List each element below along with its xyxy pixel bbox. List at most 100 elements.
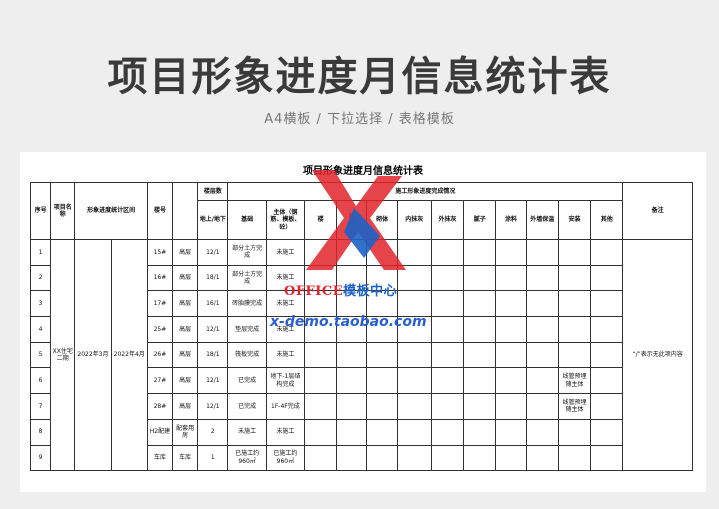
watermark-url: x-demo.taobao.com [270,314,427,330]
cell-foundation: 已完成 [227,367,267,395]
cell-type: 高层 [172,316,199,343]
cell-empty [396,341,432,369]
cell-building: 25# [146,316,174,343]
cell-empty [396,444,432,472]
cell-empty [430,367,465,395]
cell-install [557,290,592,318]
cell-install [557,239,592,266]
cell-empty [525,418,559,446]
cell-type: 配套用房 [172,418,199,446]
cell-empty [304,444,338,472]
header-type [172,182,199,240]
cell-building: 17# [146,290,174,318]
cell-empty [366,367,398,395]
cell-empty [430,264,465,292]
cell-empty [525,316,559,343]
cell-empty [366,418,398,446]
header-putty: 腻子 [463,200,497,240]
cell-building: 28# [146,393,174,420]
cell-install [557,341,592,369]
cell-empty [336,418,368,446]
cell-empty [463,341,497,369]
cell-floors: 12/1 [197,239,229,266]
cell-building: 27# [146,367,174,395]
cell-install: 线管预埋随主体 [557,367,592,395]
cell-empty [430,341,465,369]
cell-empty [430,316,465,343]
header-period: 形象进度统计区间 [74,182,148,240]
cell-foundation: 已完成 [227,393,267,420]
cell-foundation: 未施工 [227,418,267,446]
cell-empty [463,367,497,395]
cell-empty [525,290,559,318]
cell-empty [430,444,465,472]
cell-type: 车库 [172,444,199,472]
header-col-3: 楼 [304,200,338,240]
cell-foundation: 筏板完成 [227,341,267,369]
header-col-4: 找坡 [336,200,368,240]
cell-seq: 3 [29,290,52,318]
cell-empty [463,418,497,446]
page-subtitle: A4横板 / 下拉选择 / 表格模板 [264,112,455,127]
cell-period-start: 2022年3月 [74,238,112,472]
header-remark: 备注 [622,182,693,240]
cell-main: 已施工约960㎡ [265,444,306,472]
cell-main: 未施工 [265,239,306,266]
cell-empty [463,239,497,266]
cell-main: 未施工 [265,418,306,446]
header-inner-plaster: 内抹灰 [396,200,432,240]
cell-other [590,264,624,292]
cell-install: 线管预埋随主体 [557,393,592,420]
cell-seq: 8 [29,418,52,446]
cell-empty [336,444,368,472]
cell-empty [304,418,338,446]
header-install: 安装 [557,200,592,240]
cell-main: 1F-4F完成 [265,393,306,420]
cell-install [557,316,592,343]
cell-type: 高层 [172,393,199,420]
cell-building: H2配建 [146,418,174,446]
cell-other [590,418,624,446]
cell-empty [396,418,432,446]
cell-empty [366,444,398,472]
cell-empty [336,367,368,395]
header-col-4-b: 坡 [348,220,355,227]
header-project: 项目名称 [50,182,76,240]
cell-floors: 16/1 [197,290,229,318]
cell-empty [495,316,527,343]
cell-other [590,367,624,395]
cell-seq: 9 [29,444,52,472]
cell-floors: 18/1 [197,264,229,292]
cell-empty [336,393,368,420]
cell-type: 高层 [172,239,199,266]
cell-building: 车库 [146,444,174,472]
cell-empty [430,418,465,446]
cell-empty [304,341,338,369]
cell-other [590,290,624,318]
cell-floors: 18/1 [197,341,229,369]
cell-empty [525,444,559,472]
cell-seq: 6 [29,367,52,395]
cell-install [557,444,592,472]
cell-project: XX住宅二期 [50,238,76,472]
cell-empty [366,341,398,369]
cell-empty [525,341,559,369]
cell-install [557,264,592,292]
header-floors-sub: 地上/地下 [197,200,229,240]
cell-empty [430,290,465,318]
watermark-brand: OFFICE模板中心 [284,280,397,299]
cell-type: 高层 [172,341,199,369]
cell-empty [304,239,338,266]
cell-main: 地下-1层结构完成 [265,367,306,395]
cell-seq: 4 [29,316,52,343]
cell-floors: 2 [197,418,229,446]
cell-empty [304,367,338,395]
cell-foundation: 部分土方完成 [227,264,267,292]
header-col-4-a: 找 [348,212,355,220]
cell-empty [366,393,398,420]
cell-empty [396,239,432,266]
cell-empty [463,290,497,318]
cell-seq: 7 [29,393,52,420]
cell-building: 16# [146,264,174,292]
header-foundation: 基础 [227,200,267,240]
